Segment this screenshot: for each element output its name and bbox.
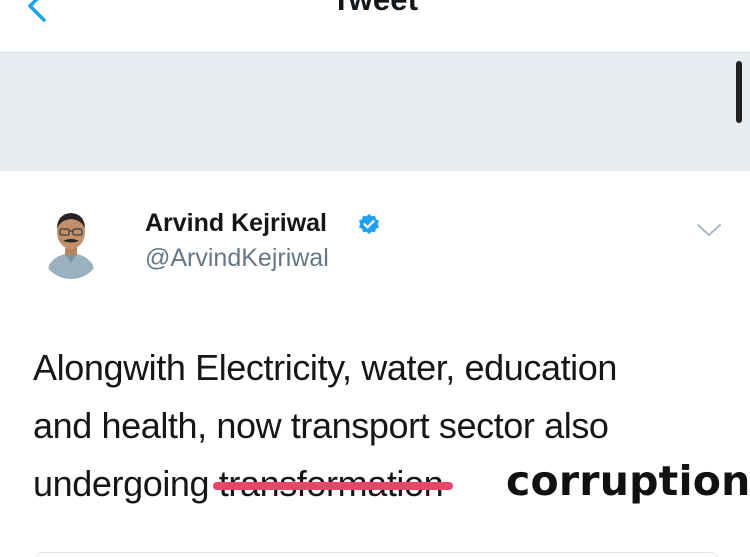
struck-word: transformation: [212, 455, 454, 513]
verified-badge-icon: [357, 213, 381, 237]
author-handle[interactable]: @ArvindKejriwal: [145, 244, 329, 273]
tweet-text-line: Alongwith Electricity, water, education: [33, 347, 618, 388]
navigation-bar: Tweet: [0, 0, 750, 53]
page-title: Tweet: [0, 0, 750, 18]
avatar[interactable]: [41, 201, 101, 279]
tweet-menu-button[interactable]: [696, 221, 722, 239]
timeline-separator: [0, 53, 750, 171]
next-card-edge: [36, 552, 718, 557]
profile-photo: [41, 201, 101, 279]
handwritten-replacement: corruption: [506, 457, 750, 505]
tweet-text-line: and health, now transport sector also: [33, 405, 609, 446]
scrollbar[interactable]: [736, 61, 742, 123]
strikethrough-mark: [212, 482, 454, 490]
chevron-down-icon: [697, 224, 721, 236]
tweet-card: Arvind Kejriwal @ArvindKejriwal Alongwit…: [0, 171, 750, 557]
tweet-page: Tweet Arvind: [0, 0, 750, 557]
tweet-text-prefix: undergoing: [33, 463, 219, 504]
author-name[interactable]: Arvind Kejriwal: [145, 209, 327, 238]
